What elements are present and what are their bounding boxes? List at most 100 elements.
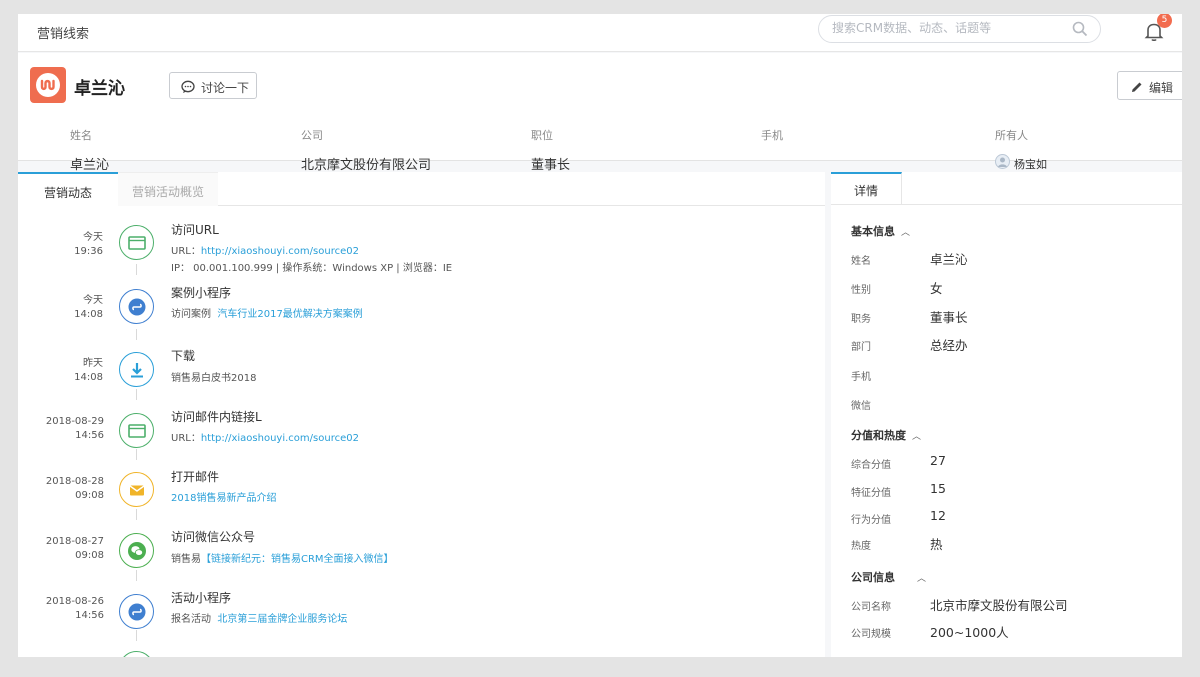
detail-row: 职务 董事长	[851, 307, 1171, 325]
detail-row: 综合分值 27	[851, 453, 1171, 471]
item-sub-prefix: 访问案例	[171, 309, 211, 320]
discuss-button[interactable]: 讨论一下	[169, 72, 257, 99]
search-box[interactable]	[818, 15, 1101, 43]
field-name: 姓名 卓兰沁	[70, 127, 109, 173]
owner-name[interactable]: 杨宝如	[1014, 156, 1047, 172]
timeline-item: 昨天 14:08 下载 销售易白皮书2018	[18, 349, 825, 409]
detail-row: 部门 总经办	[851, 335, 1171, 353]
section-score[interactable]: 分值和热度 ︿	[851, 427, 921, 443]
item-detail: 销售易白皮书2018	[171, 373, 257, 384]
field-value: 董事长	[531, 158, 571, 173]
details-panel: 详情 基本信息 ︿ 姓名 卓兰沁 性别 女 职务 董事长 部门 总经办 手机 微信 分值和…	[831, 172, 1182, 657]
detail-value: 女	[930, 281, 943, 296]
item-sub-prefix: URL：	[171, 246, 201, 257]
item-day: 今天	[83, 295, 103, 306]
pencil-icon	[1132, 82, 1142, 92]
timeline-item: 今天 14:08 案例小程序 访问案例 汽车行业2017最优解决方案案例	[18, 286, 825, 346]
item-link[interactable]: 2018销售易新产品介绍	[171, 493, 276, 504]
collapse-icon[interactable]: ︿	[901, 228, 910, 238]
section-title: 基本信息	[851, 225, 895, 238]
collapse-icon[interactable]: ︿	[912, 432, 921, 442]
item-sub-prefix: 销售易	[171, 554, 201, 565]
item-day: 昨天	[83, 358, 103, 369]
browser-icon	[119, 413, 154, 448]
detail-value: 董事长	[930, 310, 968, 325]
mini-program-icon	[119, 289, 154, 324]
lead-header: 卓兰沁 讨论一下 编辑 姓名 卓兰沁 公司 北京摩文股份有限公司 职位 董事长 …	[18, 53, 1182, 173]
section-title: 公司信息	[851, 571, 895, 584]
detail-row: 公司规模 200~1000人	[851, 622, 1171, 640]
edit-button[interactable]: 编辑	[1117, 71, 1182, 100]
field-label: 所有人	[995, 129, 1028, 142]
notification-badge: 5	[1157, 14, 1172, 28]
item-day: 2018-08-28	[45, 476, 104, 487]
detail-row: 行为分值 12	[851, 508, 1171, 526]
search-icon[interactable]	[1072, 21, 1088, 41]
timeline-item: 2018-08-29 14:56 访问邮件内链接L URL：http://xia…	[18, 408, 825, 468]
item-title: 打开邮件	[171, 470, 220, 484]
tab-details[interactable]: 详情	[831, 172, 902, 205]
detail-row: 性别 女	[851, 278, 1171, 296]
detail-key: 行为分值	[851, 515, 891, 526]
app-window: 营销线索 5 卓兰沁 讨论一下 编辑 姓名 卓兰沁 公司	[18, 14, 1182, 657]
activity-timeline: 今天 19:36 访问URL URL：http://xiaoshouyi.com…	[18, 206, 825, 657]
item-link[interactable]: http://xiaoshouyi.com/source02	[201, 246, 359, 257]
field-value: 北京摩文股份有限公司	[301, 158, 432, 173]
item-title: 访问微信公众号	[171, 530, 256, 544]
item-title: 下载	[171, 349, 196, 363]
detail-row: 公司名称 北京市摩文股份有限公司	[851, 595, 1171, 613]
detail-key: 职务	[851, 314, 871, 325]
timeline-item: 今天 19:36 访问URL URL：http://xiaoshouyi.com…	[18, 222, 825, 282]
detail-row: 手机	[851, 365, 1171, 383]
item-title: 案例小程序	[171, 286, 232, 300]
field-owner: 所有人 杨宝如	[995, 127, 1047, 173]
timeline-item-partial-icon	[119, 651, 154, 657]
timeline-item: 2018-08-26 14:56 活动小程序 报名活动 北京第三届金牌企业服务论…	[18, 589, 825, 649]
detail-value: 12	[930, 508, 946, 523]
download-icon	[119, 352, 154, 387]
item-time: 14:56	[75, 610, 104, 621]
page-title: 营销线索	[37, 27, 90, 42]
activity-panel: 营销动态 营销活动概览 今天 19:36 访问URL URL：http://xi…	[18, 172, 825, 657]
owner-avatar-icon	[995, 154, 1010, 173]
detail-key: 热度	[851, 541, 871, 552]
top-bar: 营销线索 5	[18, 14, 1182, 52]
detail-row: 特征分值 15	[851, 481, 1171, 499]
chat-bubble-icon	[181, 80, 195, 93]
item-day: 2018-08-29	[45, 416, 104, 427]
mail-icon	[119, 472, 154, 507]
item-time: 14:08	[74, 309, 103, 320]
tab-campaign-overview[interactable]: 营销活动概览	[118, 172, 218, 206]
tab-marketing-activity[interactable]: 营销动态	[18, 172, 118, 206]
lead-logo	[30, 67, 66, 103]
item-title: 访问URL	[171, 223, 219, 237]
search-input[interactable]	[832, 21, 1062, 35]
item-time: 09:08	[75, 490, 104, 501]
field-label: 职位	[531, 129, 553, 142]
collapse-icon[interactable]: ︿	[917, 574, 926, 584]
discuss-label: 讨论一下	[201, 81, 250, 95]
item-time: 19:36	[74, 246, 103, 257]
item-link[interactable]: 【链接新纪元：销售易CRM全面接入微信】	[201, 554, 394, 565]
section-company-info[interactable]: 公司信息 ︿	[851, 569, 926, 585]
field-value: 卓兰沁	[70, 158, 110, 173]
field-mobile: 手机	[761, 127, 783, 154]
item-time: 14:56	[75, 430, 104, 441]
item-link[interactable]: http://xiaoshouyi.com/source02	[201, 433, 359, 444]
detail-key: 性别	[851, 285, 871, 296]
timeline-item: 2018-08-28 09:08 打开邮件 2018销售易新产品介绍	[18, 467, 825, 527]
item-link[interactable]: 北京第三届金牌企业服务论坛	[217, 614, 347, 625]
item-title: 活动小程序	[171, 591, 232, 605]
field-label: 手机	[761, 129, 783, 142]
detail-value: 200~1000人	[930, 625, 1009, 640]
field-position: 职位 董事长	[531, 127, 570, 173]
mini-program-icon	[119, 594, 154, 629]
section-basic-info[interactable]: 基本信息 ︿	[851, 223, 910, 239]
item-link[interactable]: 汽车行业2017最优解决方案案例	[217, 309, 362, 320]
detail-value: 热	[930, 537, 943, 552]
detail-key: 综合分值	[851, 460, 891, 471]
browser-icon	[119, 225, 154, 260]
item-detail: IP： 00.001.100.999 | 操作系统：Windows XP | 浏…	[171, 263, 453, 274]
detail-key: 姓名	[851, 256, 871, 267]
activity-tabs: 营销动态 营销活动概览	[18, 172, 825, 206]
